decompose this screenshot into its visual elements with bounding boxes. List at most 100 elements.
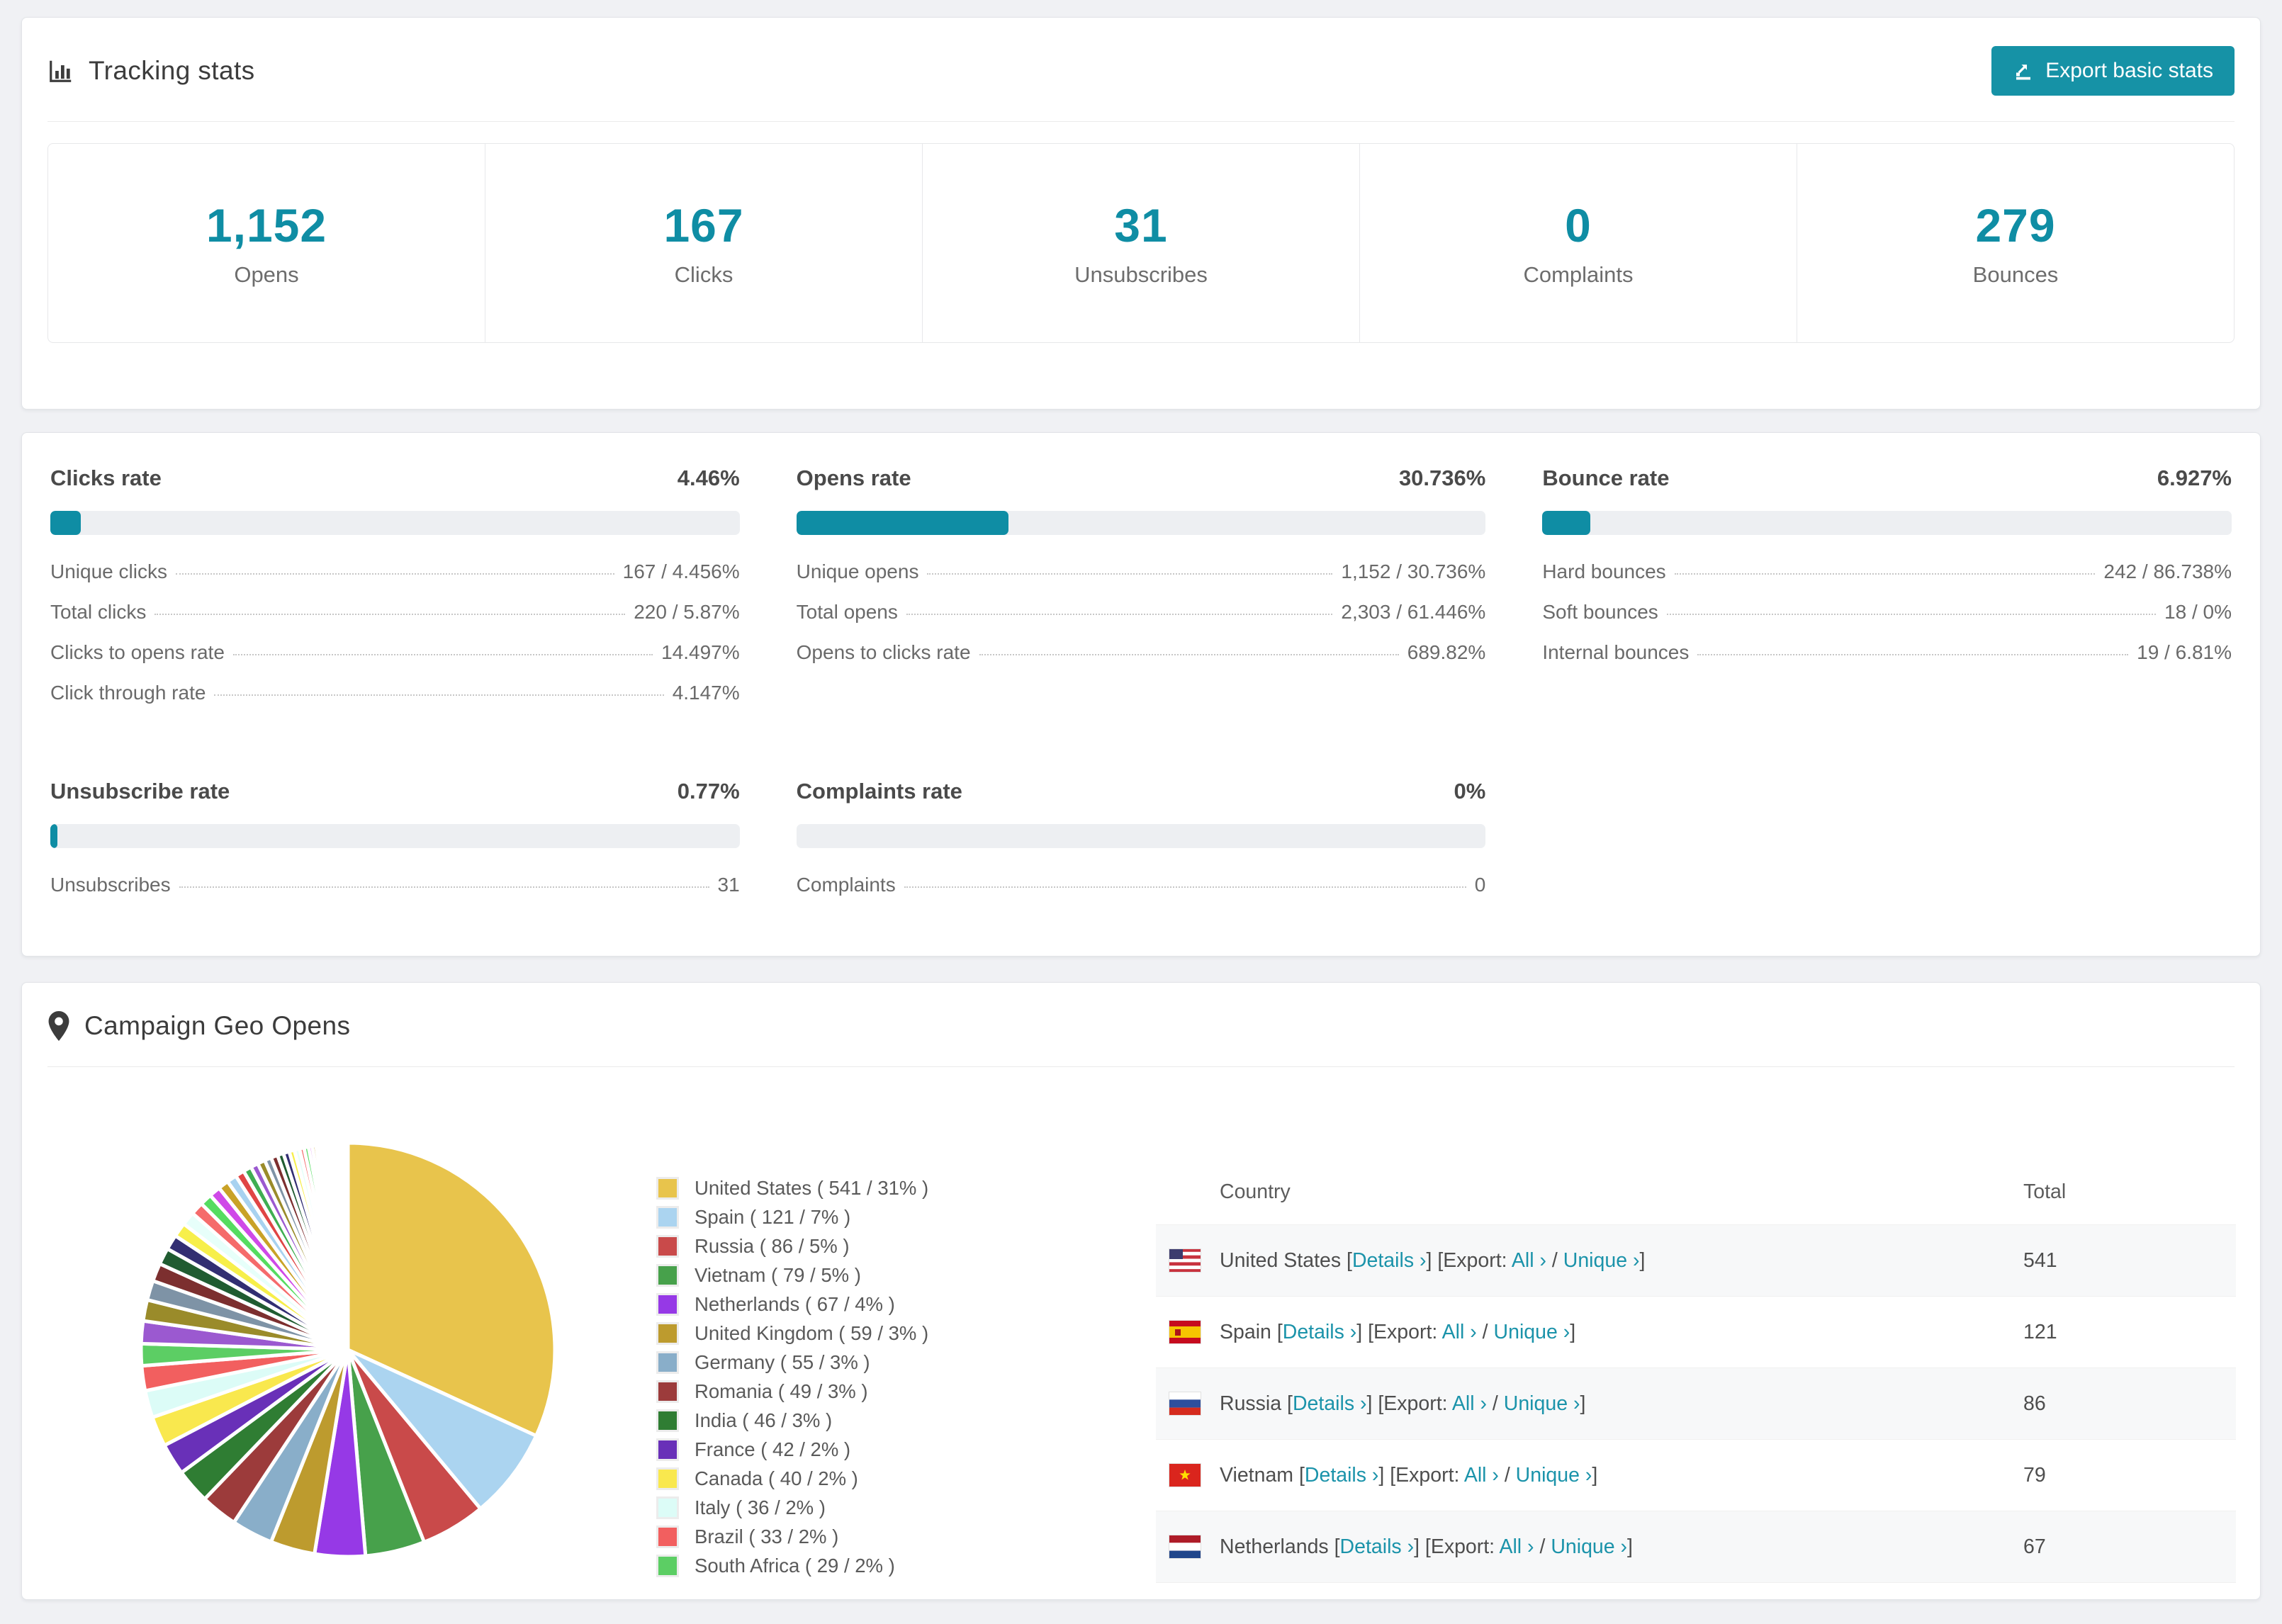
legend-item-vietnam[interactable]: Vietnam ( 79 / 5% ) (656, 1261, 928, 1290)
rate-title: Bounce rate (1542, 466, 1670, 490)
rate-detail-label: Soft bounces (1542, 601, 1658, 623)
stat-unsubscribes: 31 Unsubscribes (922, 144, 1359, 342)
legend-item-south-africa[interactable]: South Africa ( 29 / 2% ) (656, 1551, 928, 1580)
legend-label: Netherlands ( 67 / 4% ) (695, 1292, 895, 1315)
pie-slice[interactable] (345, 1141, 350, 1352)
details-link[interactable]: Details › (1340, 1535, 1415, 1558)
rate-detail-label: Unique opens (796, 560, 919, 582)
legend-label: Brazil ( 33 / 2% ) (695, 1525, 839, 1547)
country-cell: Netherlands [Details ›] [Export: All › /… (1220, 1535, 1633, 1558)
stat-value: 0 (1565, 199, 1592, 252)
legend-swatch (656, 1554, 679, 1577)
flag-es-icon (1169, 1320, 1201, 1344)
rate-block-bounce-rate: Bounce rate 6.927% Hard bounces 242 / 86… (1542, 466, 2232, 722)
rate-value: 6.927% (2157, 466, 2232, 490)
rate-detail-value: 19 / 6.81% (2137, 641, 2232, 663)
rate-detail-label: Opens to clicks rate (796, 641, 971, 663)
export-all-link[interactable]: All › (1442, 1321, 1477, 1343)
country-cell: United States [Details ›] [Export: All ›… (1220, 1248, 1646, 1272)
dotted-leader (927, 573, 1333, 575)
export-button-label: Export basic stats (2045, 59, 2213, 82)
rate-value: 4.46% (677, 466, 740, 490)
rate-detail-row: Unsubscribes 31 (50, 874, 740, 914)
stat-opens: 1,152 Opens (48, 144, 485, 342)
country-total: 79 (2023, 1463, 2046, 1487)
legend-label: Vietnam ( 79 / 5% ) (695, 1263, 861, 1286)
export-unique-link[interactable]: Unique › (1504, 1392, 1580, 1415)
column-header-country: Country (1220, 1180, 1291, 1203)
country-name: Vietnam (1220, 1463, 1294, 1487)
legend-item-united-states[interactable]: United States ( 541 / 31% ) (656, 1173, 928, 1202)
country-cell: Russia [Details ›] [Export: All › / Uniq… (1220, 1392, 1586, 1415)
dotted-leader (1674, 573, 2096, 575)
legend-swatch (656, 1380, 679, 1403)
table-row-vn: Vietnam [Details ›] [Export: All › / Uni… (1156, 1439, 2236, 1511)
export-all-link[interactable]: All › (1499, 1535, 1534, 1558)
legend-item-russia[interactable]: Russia ( 86 / 5% ) (656, 1231, 928, 1261)
details-link[interactable]: Details › (1305, 1464, 1379, 1487)
rate-block-opens-rate: Opens rate 30.736% Unique opens 1,152 / … (796, 466, 1486, 722)
pie-svg[interactable] (139, 1141, 557, 1559)
rate-detail-value: 242 / 86.738% (2103, 560, 2232, 582)
export-all-link[interactable]: All › (1452, 1392, 1487, 1415)
stat-clicks: 167 Clicks (485, 144, 922, 342)
legend-item-india[interactable]: India ( 46 / 3% ) (656, 1406, 928, 1435)
legend-item-brazil[interactable]: Brazil ( 33 / 2% ) (656, 1522, 928, 1551)
rate-detail-row: Hard bounces 242 / 86.738% (1542, 560, 2232, 601)
map-pin-icon (47, 1011, 70, 1041)
details-link[interactable]: Details › (1293, 1392, 1367, 1415)
legend-label: India ( 46 / 3% ) (695, 1409, 833, 1431)
legend-label: United States ( 541 / 31% ) (695, 1176, 929, 1199)
rate-detail-row: Total opens 2,303 / 61.446% (797, 601, 1486, 641)
stat-label: Opens (234, 262, 299, 287)
export-all-link[interactable]: All › (1512, 1249, 1546, 1272)
legend-swatch (656, 1263, 679, 1287)
geo-pie-chart[interactable] (139, 1141, 557, 1559)
geo-header: Campaign Geo Opens (47, 983, 2235, 1041)
stat-value: 279 (1975, 199, 2056, 252)
dotted-leader (154, 614, 626, 615)
legend-label: South Africa ( 29 / 2% ) (695, 1554, 895, 1577)
details-link[interactable]: Details › (1283, 1321, 1357, 1343)
legend-label: Canada ( 40 / 2% ) (695, 1467, 858, 1489)
export-basic-stats-button[interactable]: Export basic stats (1991, 46, 2235, 96)
export-unique-link[interactable]: Unique › (1551, 1535, 1627, 1558)
legend-swatch (656, 1409, 679, 1432)
export-unique-link[interactable]: Unique › (1563, 1249, 1640, 1272)
rate-title: Complaints rate (796, 779, 962, 803)
rate-detail-label: Click through rate (50, 682, 206, 704)
legend-item-spain[interactable]: Spain ( 121 / 7% ) (656, 1202, 928, 1231)
legend-item-netherlands[interactable]: Netherlands ( 67 / 4% ) (656, 1290, 928, 1319)
legend-item-france[interactable]: France ( 42 / 2% ) (656, 1435, 928, 1464)
tracking-stats-header: Tracking stats Export basic stats (47, 18, 2235, 96)
rate-detail-row: Complaints 0 (797, 874, 1486, 914)
rate-detail-value: 167 / 4.456% (622, 560, 740, 582)
rate-title: Clicks rate (50, 466, 162, 490)
stat-label: Clicks (674, 262, 734, 287)
rates-grid: Clicks rate 4.46% Unique clicks 167 / 4.… (50, 466, 2232, 914)
rate-detail-value: 14.497% (661, 641, 740, 663)
rate-detail-row: Internal bounces 19 / 6.81% (1542, 641, 2232, 682)
details-link[interactable]: Details › (1352, 1249, 1427, 1272)
export-all-link[interactable]: All › (1464, 1464, 1499, 1487)
stat-label: Complaints (1523, 262, 1634, 287)
export-unique-link[interactable]: Unique › (1494, 1321, 1570, 1343)
legend-swatch (656, 1292, 679, 1316)
export-unique-link[interactable]: Unique › (1516, 1464, 1592, 1487)
stat-value: 1,152 (206, 199, 327, 252)
legend-item-romania[interactable]: Romania ( 49 / 3% ) (656, 1377, 928, 1406)
flag-ru-icon (1169, 1392, 1201, 1416)
legend-item-italy[interactable]: Italy ( 36 / 2% ) (656, 1493, 928, 1522)
dotted-leader (1697, 654, 2129, 655)
rate-title: Opens rate (796, 466, 911, 490)
dotted-leader (904, 886, 1466, 888)
legend-item-canada[interactable]: Canada ( 40 / 2% ) (656, 1464, 928, 1493)
rate-detail-value: 0 (1474, 874, 1486, 896)
legend-item-germany[interactable]: Germany ( 55 / 3% ) (656, 1348, 928, 1377)
dotted-leader (214, 694, 664, 696)
country-total: 86 (2023, 1392, 2046, 1415)
legend-item-united-kingdom[interactable]: United Kingdom ( 59 / 3% ) (656, 1319, 928, 1348)
rate-detail-row: Opens to clicks rate 689.82% (797, 641, 1486, 682)
rate-title: Unsubscribe rate (50, 779, 230, 803)
stat-complaints: 0 Complaints (1359, 144, 1797, 342)
